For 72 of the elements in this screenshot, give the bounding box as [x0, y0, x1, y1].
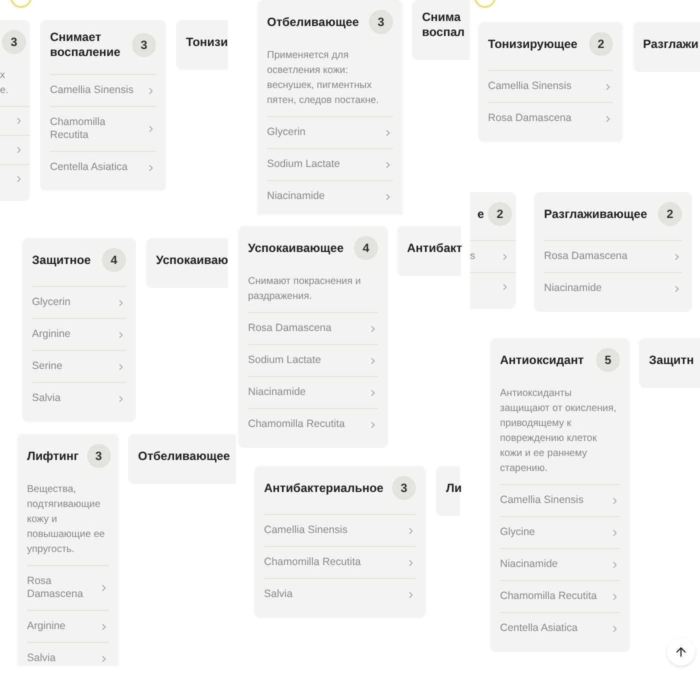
category-card[interactable]: Разглажи [633, 22, 700, 72]
ingredient-link[interactable]: Serine [32, 350, 126, 382]
category-title: е [477, 206, 484, 223]
category-title: Снимает воспаление [50, 30, 122, 60]
ingredient-link[interactable]: Centella Asiatica [50, 151, 156, 183]
category-description: Антиоксиданты защищают от окисления, приводящему к повреждению клеток кожи и ее раннему старению. [500, 387, 618, 476]
ingredient-link[interactable]: Niacinamide [267, 180, 393, 212]
ingredient-link[interactable]: Rosa Damascena [27, 565, 109, 610]
count-badge: 4 [102, 248, 126, 272]
category-title: Отбеливающее [267, 14, 359, 30]
ingredient-link[interactable]: Glycerin [32, 286, 126, 318]
ingredient-link[interactable]: Chamomilla Recutita [50, 106, 156, 151]
ingredient-link[interactable]: Chamomilla Recutita [248, 408, 378, 440]
ingredient-link[interactable]: Centella Asiatica [500, 612, 620, 644]
category-title: Разглаживающее [544, 206, 648, 222]
category-card[interactable]: Снима воспал [412, 0, 470, 60]
count-badge: 3 [2, 30, 26, 54]
category-card[interactable]: Антибакт [397, 226, 461, 276]
ingredient-link[interactable]: Glycerin [267, 116, 393, 148]
category-title: Тонизи [186, 35, 228, 50]
ingredient-link[interactable]: Camellia Sinensis [500, 484, 620, 516]
count-badge: 5 [596, 348, 620, 372]
ingredient-link[interactable]: Camellia Sinensis [488, 70, 613, 102]
ingredient-link[interactable]: Rosa Damascena [544, 240, 682, 272]
ingredient-link[interactable]: Arginine [27, 610, 109, 642]
category-description: Снимают покраснения и раздражения. [248, 275, 362, 304]
category-title: Защитное [32, 252, 91, 268]
ingredient-link[interactable]: Niacinamide [500, 548, 620, 580]
ingredient-link[interactable]: Niacinamide [248, 376, 378, 408]
category-card[interactable]: Успокаиваю [146, 238, 228, 288]
category-title: Снима воспал [422, 10, 465, 40]
count-badge: 3 [369, 10, 393, 34]
ingredient-link[interactable]: Chamomilla Recutita [500, 580, 620, 612]
ingredient-link[interactable]: Sodium Lactate [248, 344, 378, 376]
ingredient-link[interactable]: s [470, 240, 516, 272]
count-badge: 3 [132, 33, 156, 57]
ingredient-link[interactable]: Glycine [500, 516, 620, 548]
ingredient-link[interactable]: Arginine [32, 318, 126, 350]
category-description: х е. [0, 69, 10, 98]
ingredient-link[interactable]: Niacinamide [544, 272, 682, 304]
count-badge: 2 [488, 202, 512, 226]
ingredient-link[interactable]: Chamomilla Recutita [264, 546, 416, 578]
category-title: Лифтинг [27, 448, 79, 464]
category-card[interactable]: Отбеливающее [128, 434, 236, 484]
category-title: Тонизирующее [488, 36, 578, 52]
count-badge: 2 [589, 32, 613, 56]
category-card[interactable]: Ли [436, 466, 460, 516]
category-title: Ли [446, 481, 462, 496]
count-badge: 3 [86, 444, 111, 468]
category-title: Антиоксидант [500, 352, 584, 368]
ingredient-link[interactable]: Salvia [32, 382, 126, 414]
category-card[interactable]: Тонизи [176, 20, 228, 70]
category-title: Разглажи [643, 37, 699, 52]
category-title: Успокаиваю [156, 253, 228, 268]
category-description: Вещества, подтягивающие кожу и повышающие ее упругость. [27, 483, 106, 557]
ingredient-link[interactable]: Rosa Damascena [488, 102, 613, 134]
ingredient-link[interactable]: Camellia Sinensis [264, 514, 416, 546]
category-card[interactable]: Защитн [639, 338, 700, 388]
category-title: Успокаивающее [248, 240, 344, 256]
category-title: Антибакт [407, 241, 462, 256]
count-badge: 2 [658, 202, 682, 226]
category-description: Применяется для осветления кожи: веснушек, пигментных пятен, следов постакне. [267, 49, 380, 108]
ingredient-link[interactable]: Salvia [27, 642, 109, 666]
count-badge: 4 [354, 236, 378, 260]
category-title: Защитн [649, 353, 694, 368]
count-badge: 3 [392, 476, 416, 500]
category-title: Отбеливающее [138, 449, 230, 464]
ingredient-link[interactable]: Salvia [264, 578, 416, 610]
category-title: Антибактериальное [264, 480, 384, 496]
ingredient-link[interactable]: Rosa Damascena [248, 312, 378, 344]
ingredient-link[interactable]: Camellia Sinensis [50, 74, 156, 106]
ingredient-link[interactable]: Sodium Lactate [267, 148, 393, 180]
